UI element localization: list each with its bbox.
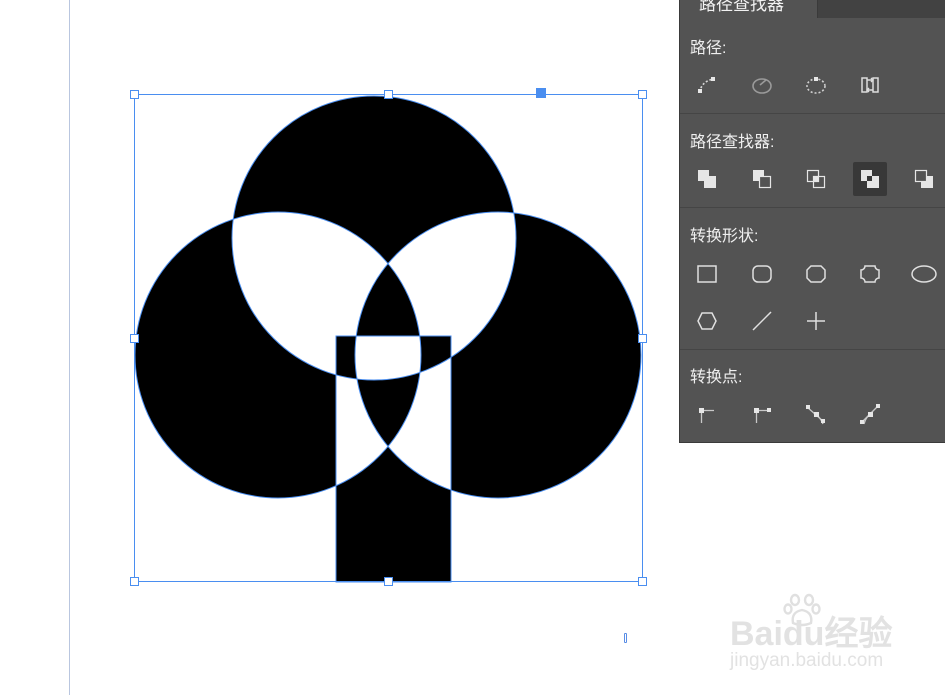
join-path-button[interactable] [690,68,724,102]
section-divider [680,349,945,350]
join-path-icon [698,77,715,93]
close-path-icon [806,77,826,94]
inverse-rounded-rectangle-button[interactable] [853,257,887,291]
reverse-path-button[interactable] [853,68,887,102]
unite-button[interactable] [690,162,724,196]
watermark-url: jingyan.baidu.com [730,650,884,671]
minus-front-icon [753,170,772,189]
ellipse-button[interactable] [907,257,941,291]
artwork[interactable] [0,0,679,695]
line-icon [752,311,772,331]
convert-point-section-title: 转换点: [690,369,743,386]
asymmetric-point-icon [860,404,880,425]
pathfinder-section-title: 路径查找器: [690,134,775,151]
corner-point-icon [699,408,714,423]
section-divider [680,207,945,208]
exclude-button[interactable] [853,162,887,196]
convert-shape-section-title: 转换形状: [690,228,759,245]
reverse-path-icon [861,77,879,93]
ellipse-icon [911,265,937,283]
unite-icon [698,170,716,188]
handle-top-left [130,90,139,99]
simplify-path-button[interactable] [745,68,779,102]
intersect-button[interactable] [799,162,833,196]
chamfer-rectangle-icon [806,265,826,283]
smooth-point-button[interactable] [745,397,779,431]
close-path-button[interactable] [799,68,833,102]
tab-pathfinder[interactable]: 路径查找器 [680,0,818,18]
rectangle-icon [697,265,717,283]
exclude-icon [861,170,879,188]
baidu-watermark: Baidu经验 jingyan.baidu.com [730,593,900,676]
section-divider [680,113,945,114]
rectangle-button[interactable] [690,257,724,291]
watermark-brand: Baidu经验 [730,615,893,653]
intersect-icon [806,169,826,189]
corner-point-button[interactable] [690,397,724,431]
line-button[interactable] [745,304,779,338]
chamfer-rectangle-button[interactable] [799,257,833,291]
minus-back-button[interactable] [907,162,941,196]
rounded-rectangle-button[interactable] [745,257,779,291]
inverse-rounded-rectangle-icon [860,265,880,283]
minus-back-icon [914,169,933,188]
hexagon-button[interactable] [690,304,724,338]
handle-middle-left [130,334,139,343]
minus-front-button[interactable] [745,162,779,196]
plus-icon [807,312,825,330]
tab-label: 路径查找器 [699,0,784,14]
path-section-title: 路径: [690,40,727,57]
simplify-path-icon [752,78,772,94]
handle-bottom-left [130,577,139,586]
plus-button[interactable] [799,304,833,338]
hexagon-icon [697,312,717,330]
handle-bottom-right [638,577,647,586]
smooth-point-icon [754,408,771,423]
panel-tab-strip: 路径查找器 [680,0,945,18]
handle-bottom-center [384,577,393,586]
symmetric-point-button[interactable] [799,397,833,431]
text-cursor-icon [624,633,627,643]
tree-shape[interactable] [134,96,641,582]
asymmetric-point-button[interactable] [853,397,887,431]
handle-top-center [384,90,393,99]
handle-middle-right [638,334,647,343]
handle-top-right [638,90,647,99]
rotation-handle[interactable] [536,88,546,98]
rounded-rectangle-icon [752,265,772,283]
symmetric-point-icon [806,405,825,425]
pathfinder-panel: 路径查找器 路径: 路径查找器: 转换形状: 转换点: [679,0,945,443]
